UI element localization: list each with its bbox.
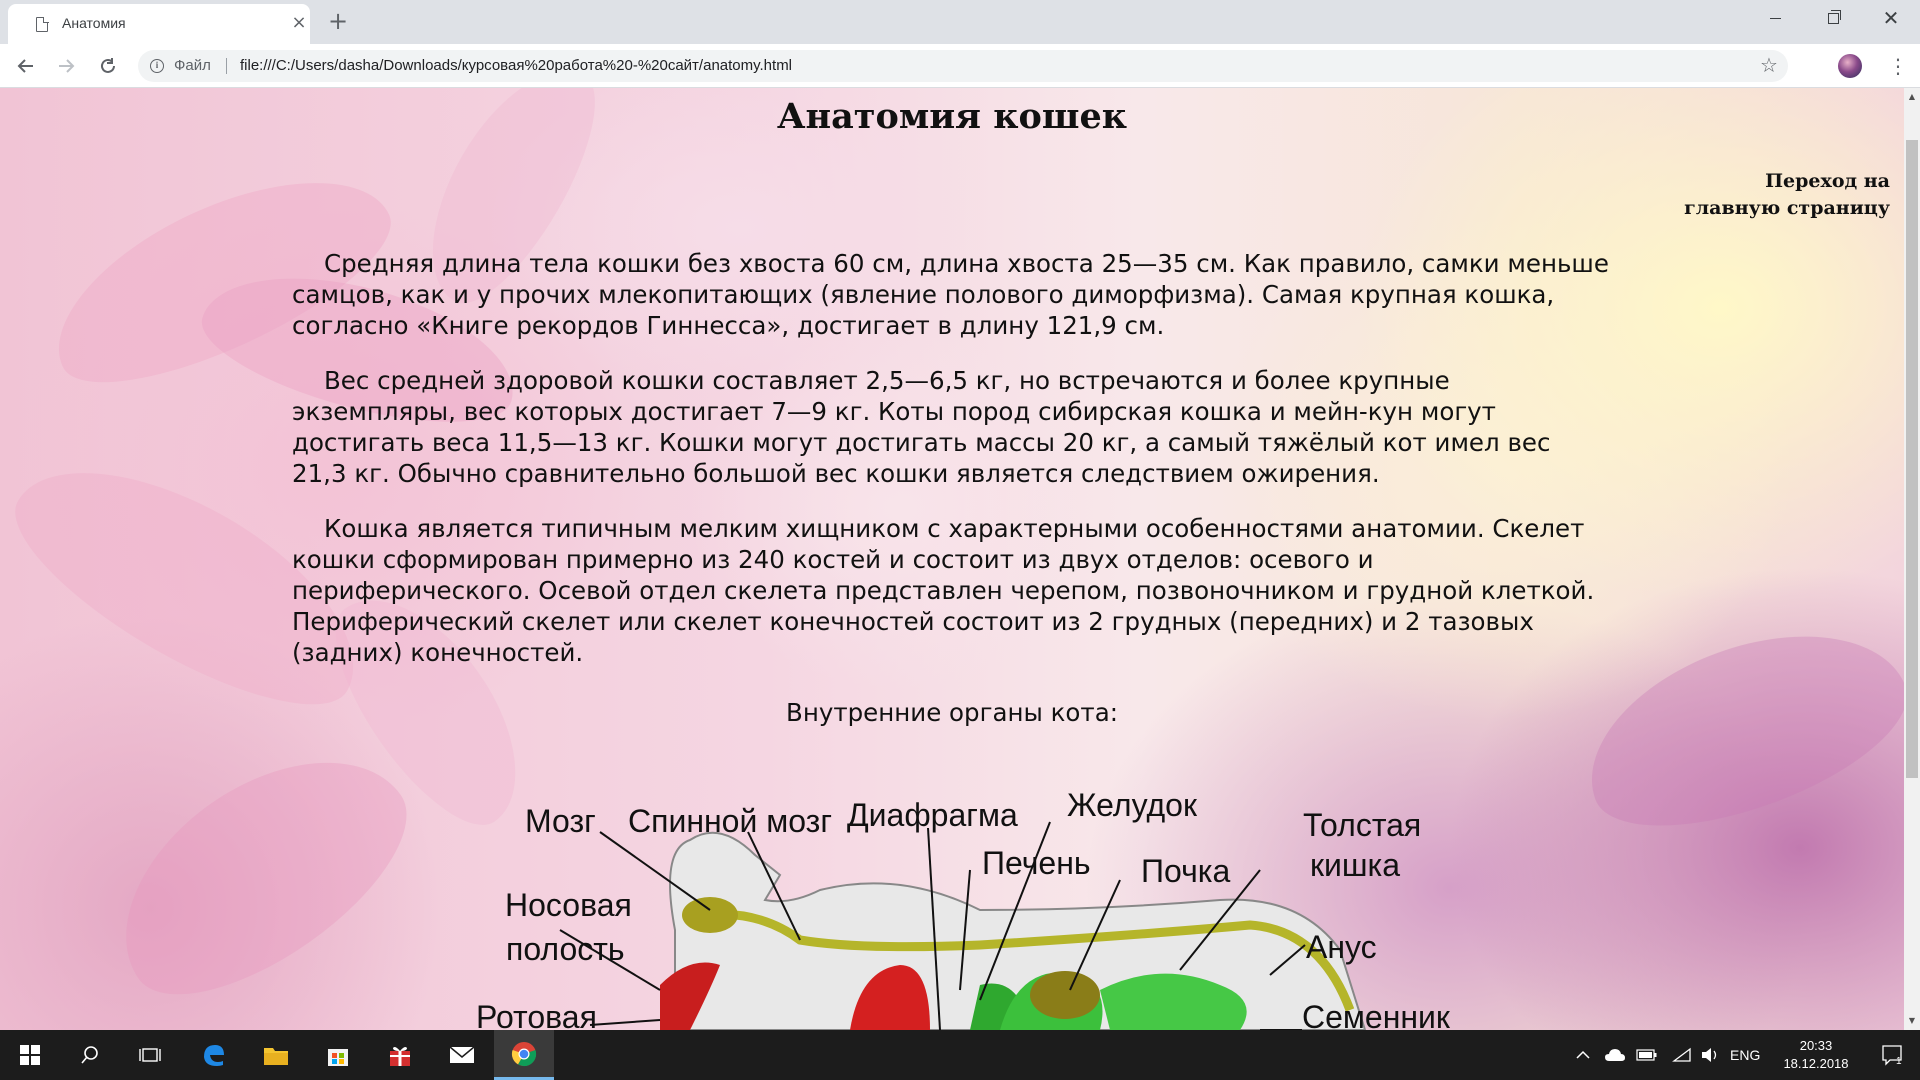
scroll-up-icon[interactable]: ▲ — [1904, 90, 1920, 104]
bookmark-star-icon[interactable]: ☆ — [1760, 53, 1778, 77]
reload-button[interactable] — [94, 52, 122, 80]
search-button[interactable] — [60, 1030, 120, 1080]
restore-icon — [1827, 9, 1841, 24]
onedrive-cloud-icon[interactable] — [1604, 1030, 1626, 1080]
paragraph-weight: Вес средней здоровой кошки составляет 2,… — [292, 366, 1551, 488]
tab-title: Анатомия — [62, 15, 126, 31]
tab-close-icon[interactable]: × — [288, 12, 310, 34]
action-center-button[interactable]: 1 — [1872, 1030, 1912, 1080]
article-text: Средняя длина тела кошки без хвоста 60 с… — [292, 248, 1612, 692]
info-icon[interactable]: i — [150, 59, 164, 73]
label-nasal-2: полость — [506, 931, 625, 967]
windows-logo-icon — [20, 1045, 40, 1065]
volume-icon[interactable] — [1700, 1030, 1720, 1080]
label-large-intestine-2: кишка — [1310, 847, 1400, 883]
mail-app[interactable] — [432, 1030, 492, 1080]
gift-icon — [390, 1047, 410, 1066]
gift-app[interactable] — [370, 1030, 430, 1080]
start-button[interactable] — [0, 1030, 60, 1080]
home-link-line-1[interactable]: Переход на — [1650, 168, 1890, 195]
close-icon: ✕ — [1882, 6, 1900, 30]
tab-anatomy[interactable]: Анатомия × — [8, 4, 310, 44]
wifi-icon[interactable] — [1672, 1030, 1692, 1080]
label-testis: Семенник — [1302, 999, 1451, 1030]
petal-decoration — [1562, 596, 1904, 860]
battery-icon[interactable] — [1636, 1030, 1658, 1080]
home-link-line-2[interactable]: главную страницу — [1650, 195, 1890, 222]
label-stomach: Желудок — [1067, 787, 1198, 823]
label-brain: Мозг — [525, 803, 596, 839]
label-large-intestine-1: Толстая — [1303, 807, 1421, 843]
scrollbar-thumb[interactable] — [1906, 140, 1918, 778]
task-view-button[interactable] — [120, 1030, 180, 1080]
store-app[interactable] — [308, 1030, 368, 1080]
organs-heading: Внутренние органы кота: — [786, 698, 1118, 727]
clock-time: 20:33 — [1799, 1038, 1833, 1053]
reload-icon — [101, 58, 115, 73]
file-explorer-app[interactable] — [246, 1030, 306, 1080]
label-kidney: Почка — [1141, 853, 1230, 889]
mail-icon — [449, 1046, 475, 1063]
arrow-left-icon — [17, 59, 33, 73]
address-bar[interactable]: i Файл file:///C:/Users/dasha/Downloads/… — [138, 50, 1788, 82]
menu-icon[interactable]: ⋮ — [1888, 52, 1908, 80]
label-anus: Анус — [1306, 929, 1377, 965]
label-diaphragm: Диафрагма — [847, 797, 1018, 833]
search-icon — [81, 1046, 98, 1064]
page-title: Анатомия кошек — [776, 96, 1128, 137]
language-indicator[interactable]: ENG — [1730, 1030, 1760, 1080]
tab-strip: Анатомия × + ✕ — [0, 0, 1920, 44]
url-text[interactable]: file:///C:/Users/dasha/Downloads/курсова… — [240, 57, 792, 74]
paragraph-skeleton: Кошка является типичным мелким хищником … — [292, 514, 1595, 667]
chrome-app[interactable] — [494, 1030, 554, 1080]
paragraph-size: Средняя длина тела кошки без хвоста 60 с… — [292, 249, 1609, 340]
label-mouth: Ротовая — [476, 999, 597, 1030]
home-page-link[interactable]: Переход на главную страницу — [1650, 168, 1890, 222]
forward-button[interactable] — [52, 52, 80, 80]
label-liver: Печень — [982, 845, 1091, 881]
back-button[interactable] — [12, 52, 40, 80]
store-icon — [328, 1049, 348, 1066]
scroll-down-icon[interactable]: ▼ — [1904, 1014, 1920, 1028]
petal-decoration — [80, 711, 440, 1030]
page-icon — [36, 16, 49, 32]
task-view-icon — [139, 1048, 161, 1062]
clock-date: 18.12.2018 — [1783, 1056, 1849, 1071]
url-divider — [226, 58, 227, 74]
brain — [682, 897, 738, 933]
folder-icon — [264, 1048, 288, 1065]
minimize-button[interactable] — [1746, 0, 1804, 36]
tray-chevron-icon[interactable] — [1576, 1030, 1590, 1080]
label-nasal-1: Носовая — [505, 887, 632, 923]
windows-taskbar: ENG 20:33 18.12.2018 1 — [0, 1030, 1920, 1080]
clock[interactable]: 20:33 18.12.2018 — [1770, 1030, 1862, 1080]
arrow-right-icon — [59, 59, 75, 73]
edge-icon — [204, 1045, 224, 1066]
minimize-icon — [1769, 17, 1781, 19]
cat-organs-diagram: Мозг Спинной мозг Диафрагма Желудок Толс… — [476, 787, 1451, 1030]
profile-avatar[interactable] — [1838, 54, 1862, 78]
file-scheme-label: Файл — [174, 57, 211, 74]
label-spinal-cord: Спинной мозг — [628, 803, 832, 839]
edge-app[interactable] — [184, 1030, 244, 1080]
notification-count: 1 — [1896, 1056, 1902, 1067]
restore-button[interactable] — [1804, 0, 1862, 36]
browser-toolbar: i Файл file:///C:/Users/dasha/Downloads/… — [0, 44, 1920, 88]
close-window-button[interactable]: ✕ — [1862, 0, 1920, 36]
chrome-icon — [511, 1041, 537, 1066]
new-tab-button[interactable]: + — [324, 8, 352, 36]
kidney — [1030, 971, 1100, 1019]
